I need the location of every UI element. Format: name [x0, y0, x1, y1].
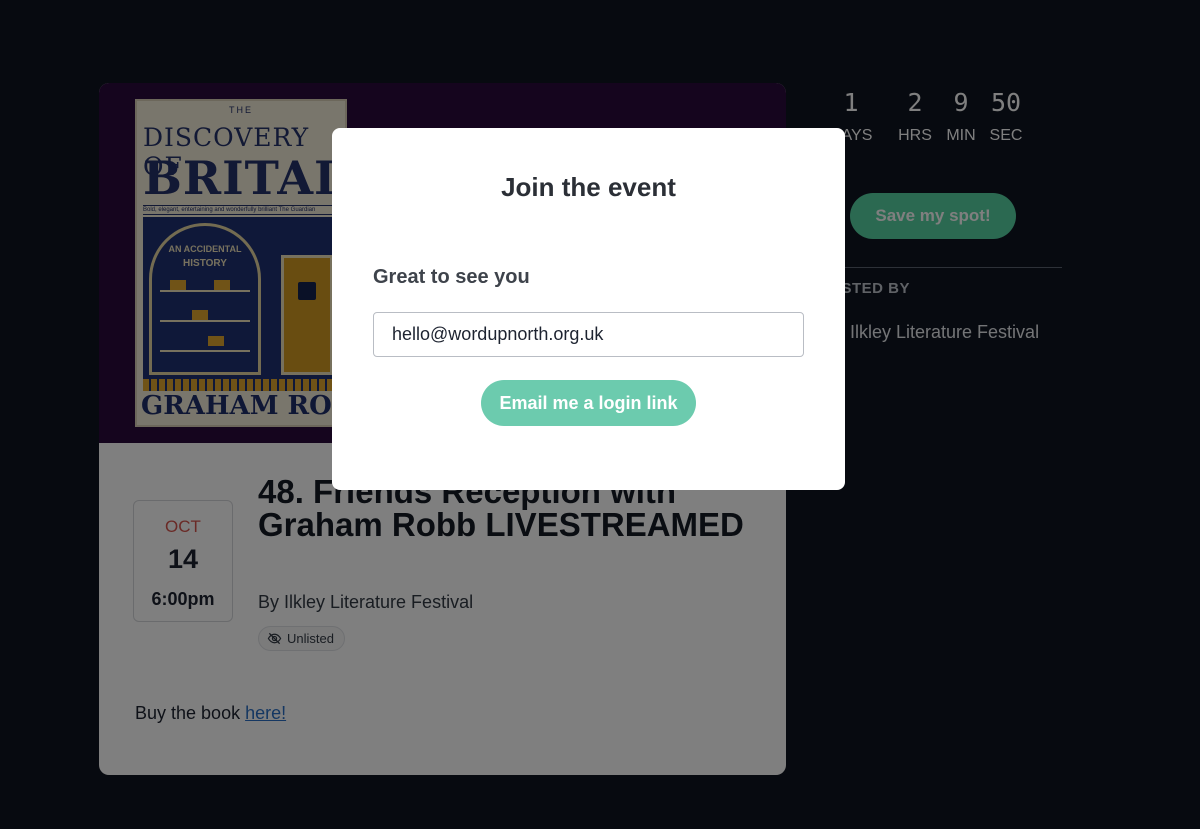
modal-greeting: Great to see you — [373, 266, 530, 288]
modal-title: Join the event — [501, 172, 676, 202]
join-event-modal: Join the event Great to see you Email me… — [332, 128, 845, 490]
email-field[interactable] — [373, 312, 804, 357]
email-login-link-button[interactable]: Email me a login link — [481, 380, 696, 426]
